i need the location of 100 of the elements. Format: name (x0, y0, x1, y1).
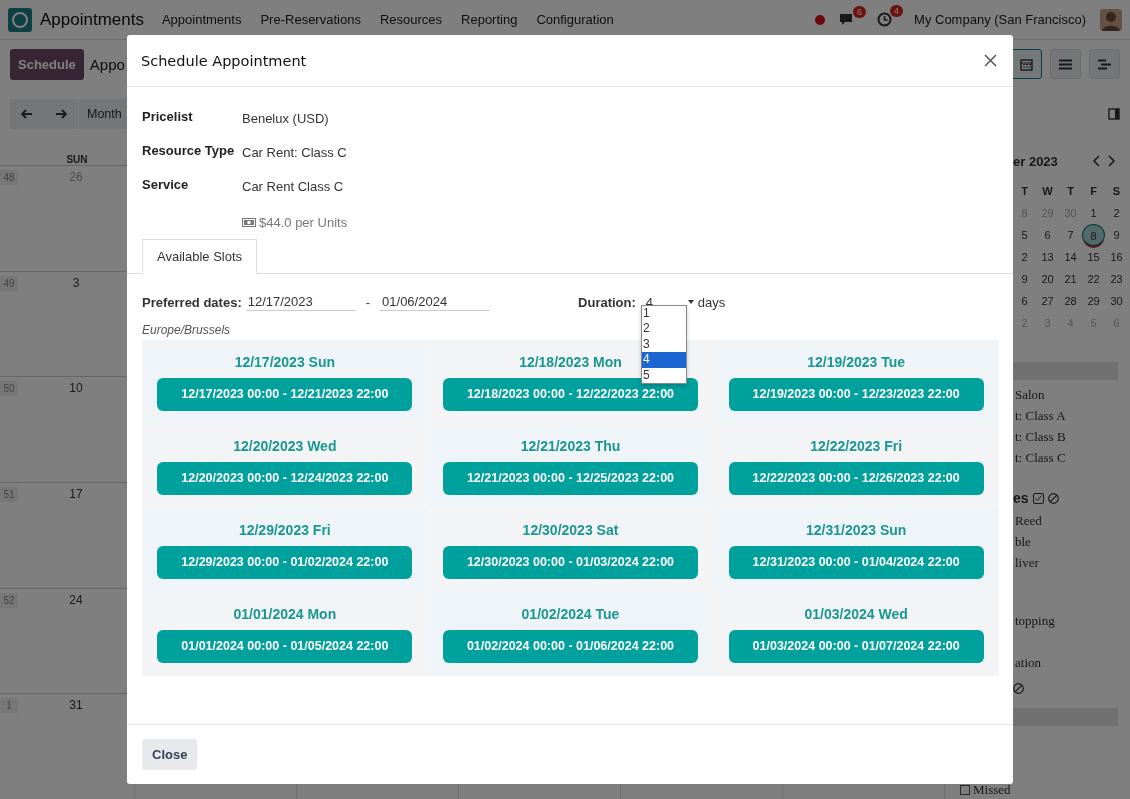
weekday-label: T (1066, 184, 1075, 199)
mini-calendar-day[interactable]: 2 (1013, 246, 1036, 268)
view-button[interactable] (1011, 49, 1042, 79)
mini-calendar-day[interactable]: 30 (1105, 290, 1128, 312)
dropdown-option[interactable]: 1 (642, 305, 687, 321)
field-label: Service (142, 177, 190, 192)
close-icon (984, 54, 997, 67)
mini-calendar-day[interactable]: 13 (1036, 246, 1059, 268)
slot-date: 12/29/2023 Fri (238, 521, 331, 538)
field-value: Car Rent Class C (242, 179, 344, 194)
mini-calendar-day[interactable]: 5 (1013, 224, 1036, 246)
slot-button[interactable]: 01/01/2024 00:00 - 01/05/2024 22:00 (157, 629, 413, 663)
page-title: Appo (89, 55, 125, 73)
slot-button[interactable]: 12/19/2023 00:00 - 12/23/2023 22:00 (728, 377, 984, 411)
mini-calendar-day[interactable]: 6 (1013, 290, 1036, 312)
dialog-title: Schedule Appointment (141, 52, 307, 69)
app-logo-icon (8, 7, 32, 32)
menu-item[interactable]: Configuration (536, 12, 614, 27)
field-label: Resource Type (142, 143, 236, 158)
menu-item[interactable]: Pre-Reservations (260, 12, 361, 27)
slot-date: 12/18/2023 Mon (519, 353, 622, 370)
close-button[interactable]: Close (142, 739, 198, 770)
mini-calendar-day[interactable]: 7 (1059, 224, 1082, 246)
slot-date: 12/31/2023 Sun (805, 521, 907, 538)
user-avatar[interactable] (1100, 8, 1122, 31)
slot-date: 12/21/2023 Thu (520, 437, 621, 454)
slot-date: 01/01/2024 Mon (233, 605, 337, 622)
slot-button[interactable]: 12/17/2023 00:00 - 12/21/2023 22:00 (157, 377, 413, 411)
unit-label: days (697, 294, 726, 310)
mini-calendar-day[interactable]: 27 (1036, 290, 1059, 312)
slot-date: 12/17/2023 Sun (234, 353, 336, 370)
checked-box-icon[interactable] (1032, 492, 1044, 504)
previous-month-icon[interactable] (1092, 155, 1100, 167)
field-value: Benelux (USD) (242, 111, 329, 126)
left-arrow-icon (21, 109, 33, 119)
mini-calendar-day[interactable]: 9 (1105, 224, 1128, 246)
app-name: Appointments (40, 9, 144, 30)
tab[interactable]: Available Slots (142, 239, 258, 274)
menu-item[interactable]: Reporting (461, 12, 518, 27)
slot-button[interactable]: 12/29/2023 00:00 - 01/02/2024 22:00 (157, 545, 413, 579)
menu-item[interactable]: Resources (379, 12, 443, 27)
next-month-icon[interactable] (1108, 155, 1116, 167)
caret-icon (687, 300, 694, 304)
ban-icon[interactable] (1047, 492, 1059, 504)
mini-calendar-day[interactable]: 28 (1059, 290, 1082, 312)
weekday-label: S (1111, 184, 1122, 199)
slot-date: 12/30/2023 Sat (522, 521, 619, 538)
day-header: SUN (65, 153, 89, 166)
slot-button[interactable]: 12/22/2023 00:00 - 12/26/2023 22:00 (728, 461, 984, 495)
slot-date: 01/02/2024 Tue (521, 605, 620, 622)
mini-calendar-day[interactable]: 14 (1059, 246, 1082, 268)
ban-icon[interactable] (1013, 683, 1024, 694)
mini-calendar-day[interactable]: 8 (1082, 224, 1105, 246)
company-name[interactable]: My Company (San Francisco) (914, 12, 1086, 27)
slot-button[interactable]: 12/30/2023 00:00 - 01/03/2024 22:00 (443, 545, 698, 579)
mini-calendar-day[interactable]: 22 (1082, 268, 1105, 290)
checkbox[interactable] (960, 785, 970, 795)
mini-calendar-day[interactable]: 2 (1105, 202, 1128, 224)
mini-calendar-day[interactable]: 6 (1036, 224, 1059, 246)
month-title: er 2023 (1013, 153, 1059, 169)
sidebar-toggle-icon[interactable] (1108, 108, 1120, 120)
dropdown-option[interactable]: 2 (642, 321, 687, 337)
mini-calendar-day[interactable]: 1 (1082, 202, 1105, 224)
price-text: $44.0 per Units (259, 214, 348, 230)
banknote-icon (242, 217, 256, 227)
status-dot (815, 14, 826, 25)
calendar-icon (1020, 57, 1033, 71)
field-label: Pricelist (142, 109, 194, 124)
slot-button[interactable]: 01/03/2024 00:00 - 01/07/2024 22:00 (728, 629, 984, 663)
mini-calendar-day[interactable]: 15 (1082, 246, 1105, 268)
previous-button[interactable] (10, 99, 44, 129)
weekday-label: T (1020, 184, 1029, 199)
scale-button[interactable]: Month (79, 99, 130, 129)
mini-calendar-day[interactable]: 20 (1036, 268, 1059, 290)
clock-icon[interactable] (877, 12, 893, 27)
slot-date: 12/19/2023 Tue (807, 353, 906, 370)
dropdown-option[interactable]: 4 (642, 352, 687, 368)
mini-calendar-day[interactable]: 29 (1082, 290, 1105, 312)
list-icon (1059, 58, 1072, 70)
slot-button[interactable]: 12/31/2023 00:00 - 01/04/2024 22:00 (728, 545, 984, 579)
checkbox-label: Missed (973, 782, 1011, 798)
mini-calendar-day[interactable]: 9 (1013, 268, 1036, 290)
slot-button[interactable]: 12/21/2023 00:00 - 12/25/2023 22:00 (443, 461, 698, 495)
field-label: Duration: (578, 294, 636, 310)
right-arrow-icon (55, 109, 67, 119)
timezone-label: Europe/Brussels (142, 323, 231, 339)
next-button[interactable] (44, 99, 78, 129)
weekday-label: F (1089, 184, 1098, 199)
slot-button[interactable]: 12/20/2023 00:00 - 12/24/2023 22:00 (157, 461, 413, 495)
field-value: Car Rent: Class C (242, 145, 347, 160)
schedule-button[interactable]: Schedule (10, 48, 84, 80)
field-label: Preferred dates: (142, 294, 242, 310)
mini-calendar-day[interactable]: 21 (1059, 268, 1082, 290)
message-count: 6 (853, 5, 867, 18)
mini-calendar-day[interactable]: 16 (1105, 246, 1128, 268)
menu-item[interactable]: Appointments (161, 12, 242, 27)
close-button[interactable] (982, 52, 999, 69)
mini-calendar-day[interactable]: 23 (1105, 268, 1128, 290)
activity-count: 4 (890, 5, 904, 17)
slot-button[interactable]: 01/02/2024 00:00 - 01/06/2024 22:00 (443, 629, 698, 663)
